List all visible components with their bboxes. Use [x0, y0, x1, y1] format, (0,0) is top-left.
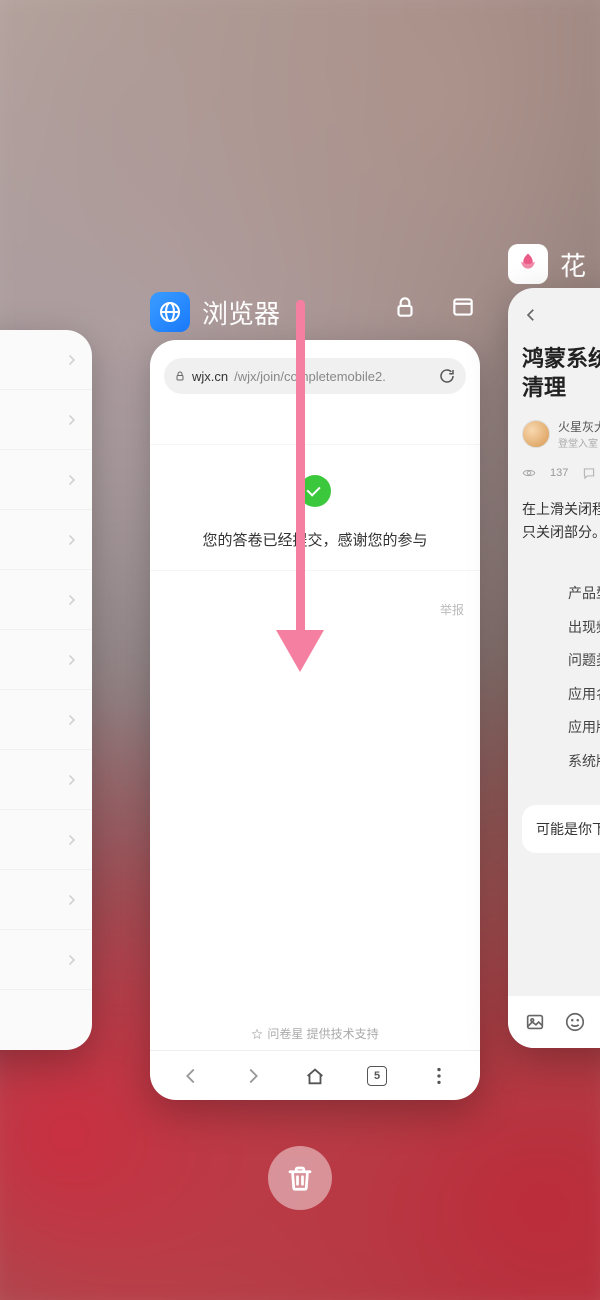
url-path: /wjx/join/completemobile2. — [234, 369, 432, 384]
report-link[interactable]: 举报 — [150, 601, 464, 618]
list-item: 应用名 — [568, 678, 600, 712]
recent-apps-carousel: 浏览器 wjx.cn /wjx/join/completemobile2. 您的… — [0, 0, 600, 1300]
view-count: 137 — [550, 467, 568, 479]
chevron-right-icon — [66, 954, 78, 966]
browser-url-bar[interactable]: wjx.cn /wjx/join/completemobile2. — [164, 358, 466, 394]
list-item[interactable] — [0, 630, 92, 690]
app-card-browser[interactable]: wjx.cn /wjx/join/completemobile2. 您的答卷已经… — [150, 340, 480, 1100]
back-button[interactable] — [508, 288, 600, 339]
chevron-right-icon — [66, 474, 78, 486]
app-card-title-flower: 花 — [508, 244, 586, 284]
success-message: 您的答卷已经提交，感谢您的参与 — [166, 529, 464, 550]
chevron-left-icon — [522, 306, 540, 324]
list-item[interactable] — [0, 570, 92, 630]
list-item[interactable] — [0, 810, 92, 870]
lock-app-button[interactable] — [390, 292, 420, 322]
nav-menu-button[interactable] — [419, 1056, 459, 1096]
browser-bottom-nav: 5 — [150, 1050, 480, 1100]
chevron-right-icon — [66, 414, 78, 426]
app-card-settings[interactable] — [0, 330, 92, 1050]
app-card-forum[interactable]: 鸿蒙系统 清理 火星灰大 登堂入室 137 在上滑关闭程 只关闭部分。 产品型 … — [508, 288, 600, 1048]
author-name: 火星灰大 — [558, 418, 600, 435]
list-item[interactable] — [0, 930, 92, 990]
eye-icon — [522, 466, 536, 480]
chevron-right-icon — [66, 714, 78, 726]
post-meta: 火星灰大 登堂入室 — [508, 418, 600, 460]
post-spec-list: 产品型 出现频 问题类 应用名 应用版 系统版 — [508, 547, 600, 779]
list-item[interactable] — [0, 330, 92, 390]
list-item: 出现频 — [568, 611, 600, 645]
list-item[interactable] — [0, 750, 92, 810]
flower-app-icon — [508, 244, 548, 284]
author-level: 登堂入室 — [558, 435, 600, 450]
list-item[interactable] — [0, 870, 92, 930]
chevron-right-icon — [66, 354, 78, 366]
comment-icon — [582, 466, 596, 480]
trash-icon — [285, 1163, 315, 1193]
list-item: 应用版 — [568, 711, 600, 745]
chevron-right-icon — [66, 834, 78, 846]
chevron-right-icon — [66, 594, 78, 606]
list-item: 系统版 — [568, 745, 600, 779]
list-item: 问题类 — [568, 644, 600, 678]
author-avatar[interactable] — [522, 420, 550, 448]
split-screen-button[interactable] — [448, 292, 478, 322]
app-card-title-browser: 浏览器 — [150, 292, 280, 332]
clear-all-button[interactable] — [268, 1146, 332, 1210]
page-content: 您的答卷已经提交，感谢您的参与 — [150, 444, 480, 571]
forum-bottom-toolbar — [508, 996, 600, 1048]
list-item[interactable] — [0, 390, 92, 450]
url-host: wjx.cn — [192, 369, 228, 384]
success-check-icon — [299, 475, 331, 507]
post-body: 在上滑关闭程 只关闭部分。 — [508, 494, 600, 547]
reload-icon[interactable] — [438, 367, 456, 385]
card-top-actions — [390, 292, 478, 322]
lock-icon — [174, 370, 186, 382]
emoji-icon[interactable] — [564, 1011, 586, 1033]
list-item[interactable] — [0, 690, 92, 750]
list-item: 产品型 — [568, 577, 600, 611]
image-icon[interactable] — [524, 1011, 546, 1033]
reply-card[interactable]: 可能是你下滑 — [522, 805, 600, 853]
nav-home-button[interactable] — [295, 1056, 335, 1096]
tab-count: 5 — [367, 1066, 387, 1086]
list-item[interactable] — [0, 510, 92, 570]
star-icon — [251, 1028, 263, 1040]
post-title: 鸿蒙系统 清理 — [508, 339, 600, 418]
post-stats: 137 — [508, 460, 600, 494]
app-name-label: 浏览器 — [202, 294, 280, 331]
nav-tabs-button[interactable]: 5 — [357, 1056, 397, 1096]
chevron-right-icon — [66, 654, 78, 666]
nav-back-button[interactable] — [171, 1056, 211, 1096]
list-item[interactable] — [0, 450, 92, 510]
app-name-label: 花 — [560, 246, 586, 283]
chevron-right-icon — [66, 774, 78, 786]
nav-forward-button[interactable] — [233, 1056, 273, 1096]
provider-footer: 问卷星 提供技术支持 — [150, 1025, 480, 1042]
browser-app-icon — [150, 292, 190, 332]
chevron-right-icon — [66, 534, 78, 546]
chevron-right-icon — [66, 894, 78, 906]
